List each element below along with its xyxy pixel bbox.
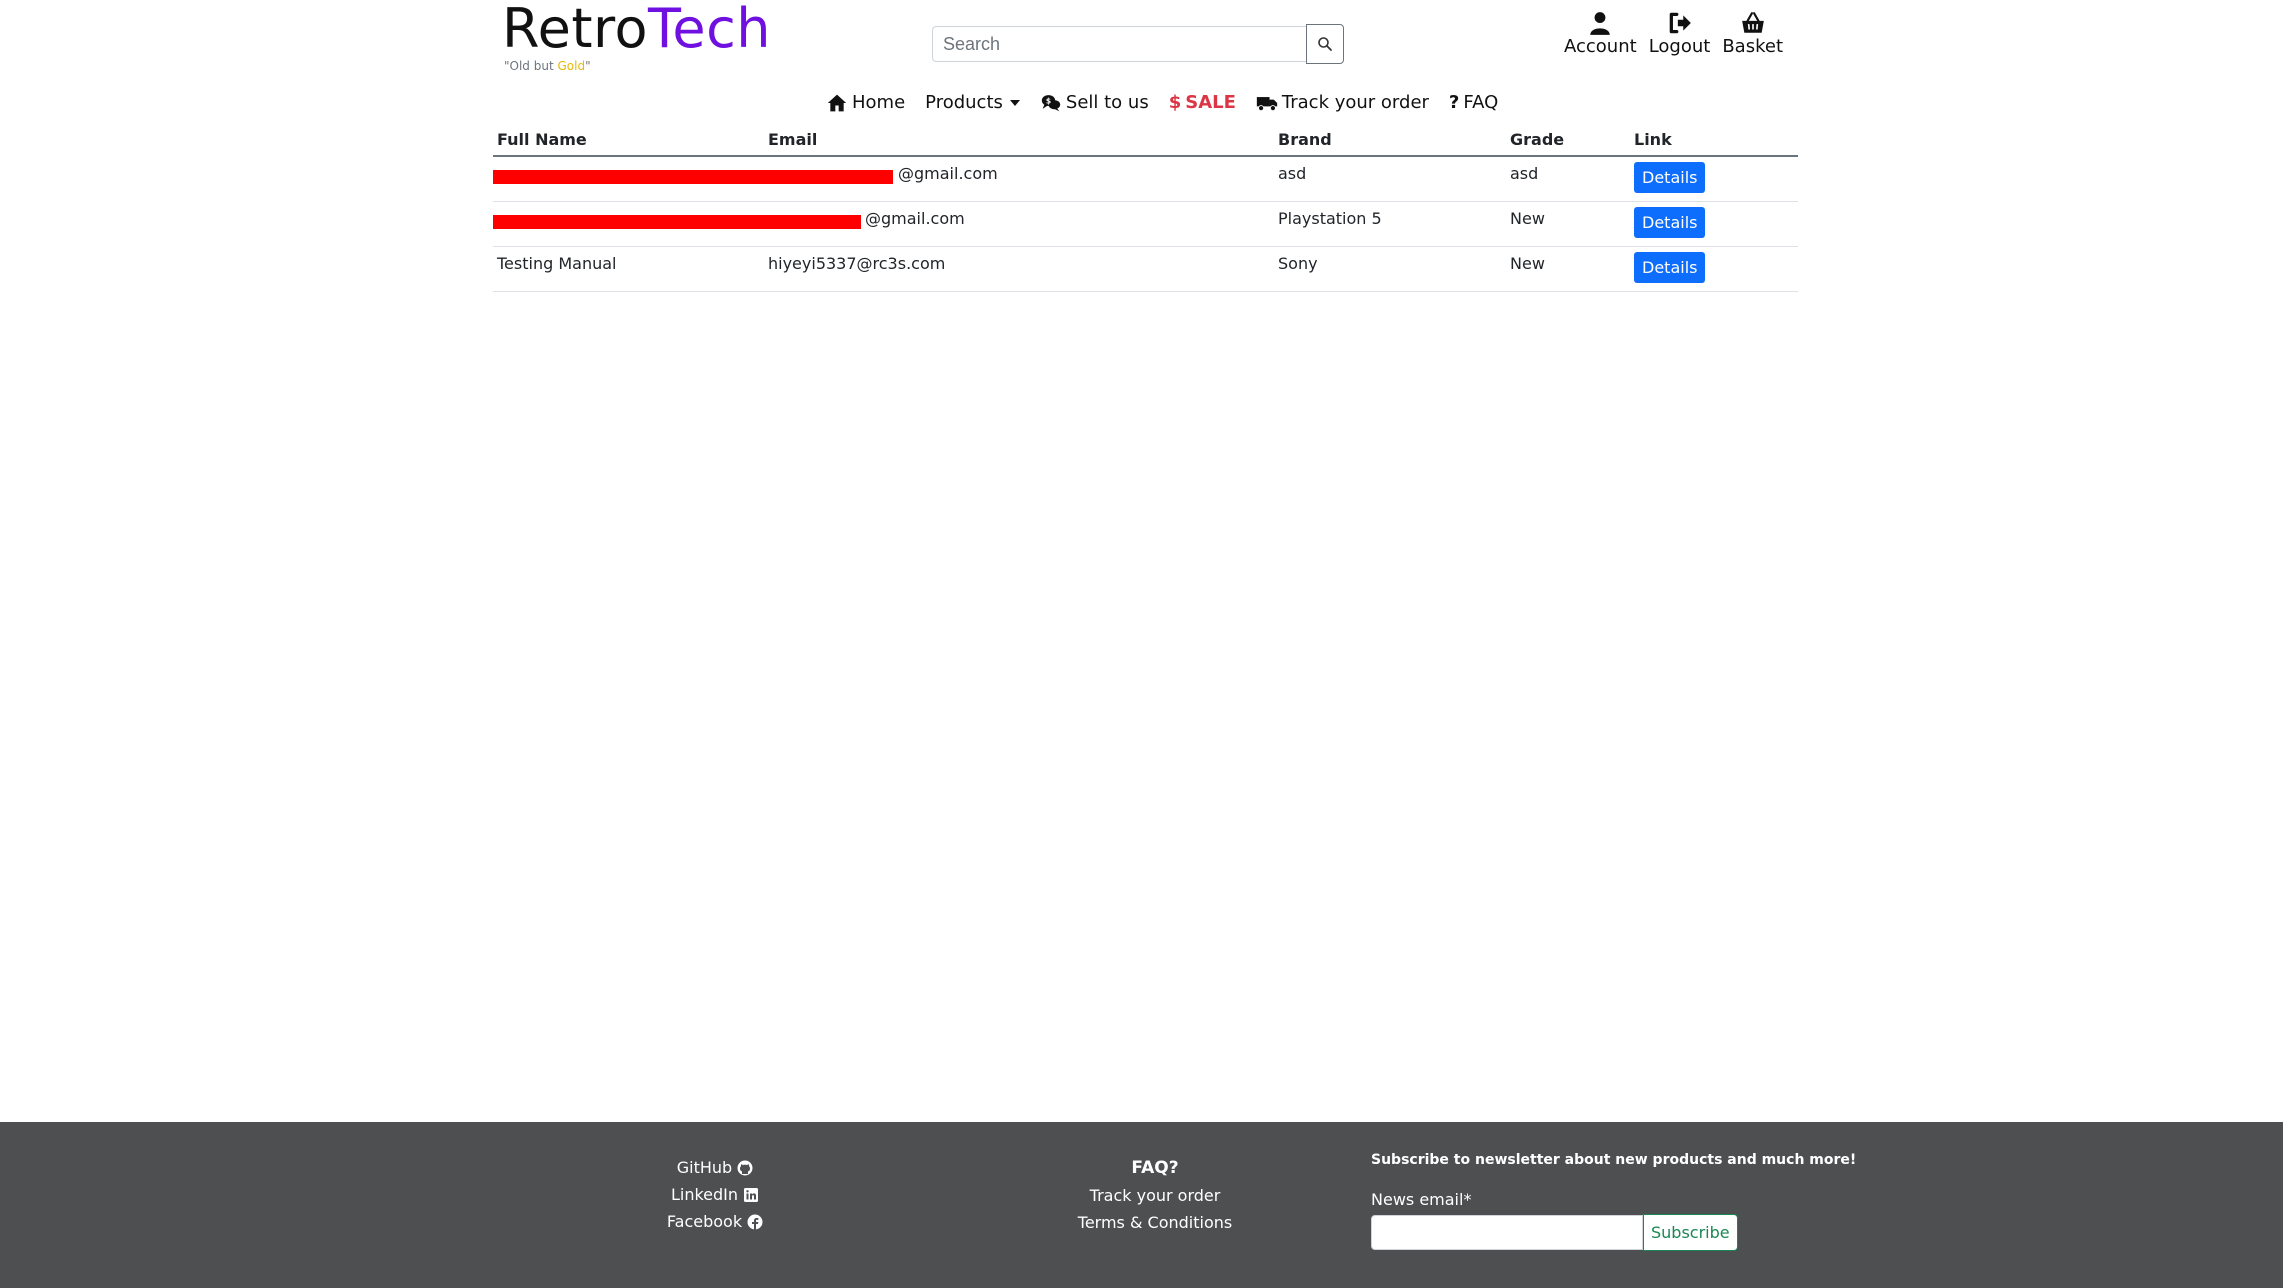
cell-link: Details <box>1630 156 1798 202</box>
logout-icon <box>1669 12 1691 34</box>
github-icon <box>737 1160 753 1175</box>
main-nav: Home Products $ Sell to us $ SALE Track … <box>826 92 1518 113</box>
newsletter-input-group: Subscribe <box>1371 1214 1856 1251</box>
nav-faq[interactable]: ? FAQ <box>1449 92 1498 113</box>
account-label: Account <box>1564 36 1637 57</box>
search-bar <box>932 24 1344 64</box>
cell-link: Details <box>1630 201 1798 247</box>
col-grade: Grade <box>1506 124 1630 157</box>
cell-brand: Sony <box>1274 246 1506 292</box>
tagline-suffix: " <box>585 59 591 73</box>
nav-track[interactable]: Track your order <box>1256 92 1429 113</box>
nav-home[interactable]: Home <box>826 92 905 113</box>
header-actions: Account Logout Basket <box>1564 10 1783 57</box>
basket-link[interactable]: Basket <box>1722 10 1783 57</box>
cell-link: Details <box>1630 246 1798 292</box>
logo-tech: Tech <box>648 0 771 60</box>
site-logo[interactable]: RetroTech <box>502 2 771 56</box>
site-tagline: "Old but Gold" <box>504 59 591 73</box>
redaction-bar <box>493 170 893 184</box>
sell-requests-table: Full Name Email Brand Grade Link @gmail.… <box>493 124 1798 292</box>
table-header-row: Full Name Email Brand Grade Link <box>493 124 1798 157</box>
logo-retro: Retro <box>502 0 649 60</box>
cell-email: hiyeyi5337@rc3s.com <box>764 246 1274 292</box>
newsletter-title: Subscribe to newsletter about new produc… <box>1371 1152 1857 1168</box>
email-text: @gmail.com <box>898 164 998 183</box>
nav-sell-label: Sell to us <box>1065 92 1149 113</box>
email-text: @gmail.com <box>865 209 965 228</box>
linkedin-label: LinkedIn <box>670 1185 739 1204</box>
nav-faq-label: FAQ <box>1463 92 1499 113</box>
table-row: @gmail.com asd asd Details <box>493 156 1798 202</box>
dollar-icon: $ <box>1168 92 1182 113</box>
nav-products-dropdown[interactable]: Products <box>925 92 1020 113</box>
col-full-name: Full Name <box>493 124 764 157</box>
search-button[interactable] <box>1306 24 1344 64</box>
truck-icon <box>1256 96 1278 111</box>
footer-facebook-link[interactable]: Facebook <box>640 1212 790 1231</box>
search-input[interactable] <box>932 26 1306 62</box>
svg-text:$: $ <box>1046 96 1051 105</box>
cell-full-name <box>493 201 861 247</box>
footer-faq-link[interactable]: FAQ? <box>1055 1158 1255 1178</box>
cell-grade: asd <box>1506 156 1630 202</box>
user-icon <box>1590 12 1611 35</box>
col-link: Link <box>1630 124 1798 157</box>
cell-brand: Playstation 5 <box>1274 201 1506 247</box>
cell-full-name <box>493 156 893 202</box>
home-icon <box>827 94 847 111</box>
footer-help-links: FAQ? Track your order Terms & Conditions <box>1055 1158 1255 1240</box>
site-footer: GitHub LinkedIn Facebook FAQ? Track your… <box>0 1122 2283 1288</box>
question-icon: ? <box>1448 92 1460 113</box>
logout-link[interactable]: Logout <box>1648 10 1711 57</box>
nav-sale[interactable]: $ SALE <box>1169 92 1236 113</box>
table-row: @gmail.com Playstation 5 New Details <box>493 201 1798 247</box>
col-brand: Brand <box>1274 124 1506 157</box>
nav-sale-label: SALE <box>1185 92 1236 113</box>
github-label: GitHub <box>676 1158 733 1177</box>
redaction-bar <box>493 215 861 229</box>
news-email-input[interactable] <box>1371 1215 1643 1250</box>
newsletter-form: Subscribe to newsletter about new produc… <box>1371 1152 1856 1251</box>
basket-label: Basket <box>1722 36 1783 57</box>
footer-linkedin-link[interactable]: LinkedIn <box>640 1185 790 1204</box>
cell-grade: New <box>1506 201 1630 247</box>
col-email: Email <box>764 124 1274 157</box>
chevron-down-icon <box>1009 99 1020 106</box>
news-email-label: News email* <box>1371 1190 1472 1209</box>
comments-dollar-icon: $ <box>1041 94 1061 111</box>
account-link[interactable]: Account <box>1564 10 1637 57</box>
search-icon <box>1318 37 1332 51</box>
subscribe-button[interactable]: Subscribe <box>1643 1214 1738 1251</box>
table-row: Testing Manual hiyeyi5337@rc3s.com Sony … <box>493 246 1798 292</box>
tagline-gold: Gold <box>557 59 586 73</box>
footer-terms-link[interactable]: Terms & Conditions <box>1055 1213 1255 1232</box>
nav-home-label: Home <box>852 92 906 113</box>
cell-brand: asd <box>1274 156 1506 202</box>
tagline-prefix: "Old but <box>504 59 558 73</box>
basket-icon <box>1741 12 1764 33</box>
nav-track-label: Track your order <box>1281 92 1429 113</box>
nav-products-label: Products <box>925 92 1003 113</box>
facebook-label: Facebook <box>666 1212 743 1231</box>
details-button[interactable]: Details <box>1634 162 1706 193</box>
cell-grade: New <box>1506 246 1630 292</box>
details-button[interactable]: Details <box>1634 252 1706 283</box>
footer-github-link[interactable]: GitHub <box>640 1158 790 1177</box>
footer-track-link[interactable]: Track your order <box>1055 1186 1255 1205</box>
cell-full-name: Testing Manual <box>493 246 764 292</box>
linkedin-icon <box>744 1187 759 1202</box>
facebook-icon <box>747 1214 763 1230</box>
footer-social-links: GitHub LinkedIn Facebook <box>640 1158 790 1239</box>
nav-sell[interactable]: $ Sell to us <box>1040 92 1149 113</box>
details-button[interactable]: Details <box>1634 207 1706 238</box>
logout-label: Logout <box>1648 36 1711 57</box>
